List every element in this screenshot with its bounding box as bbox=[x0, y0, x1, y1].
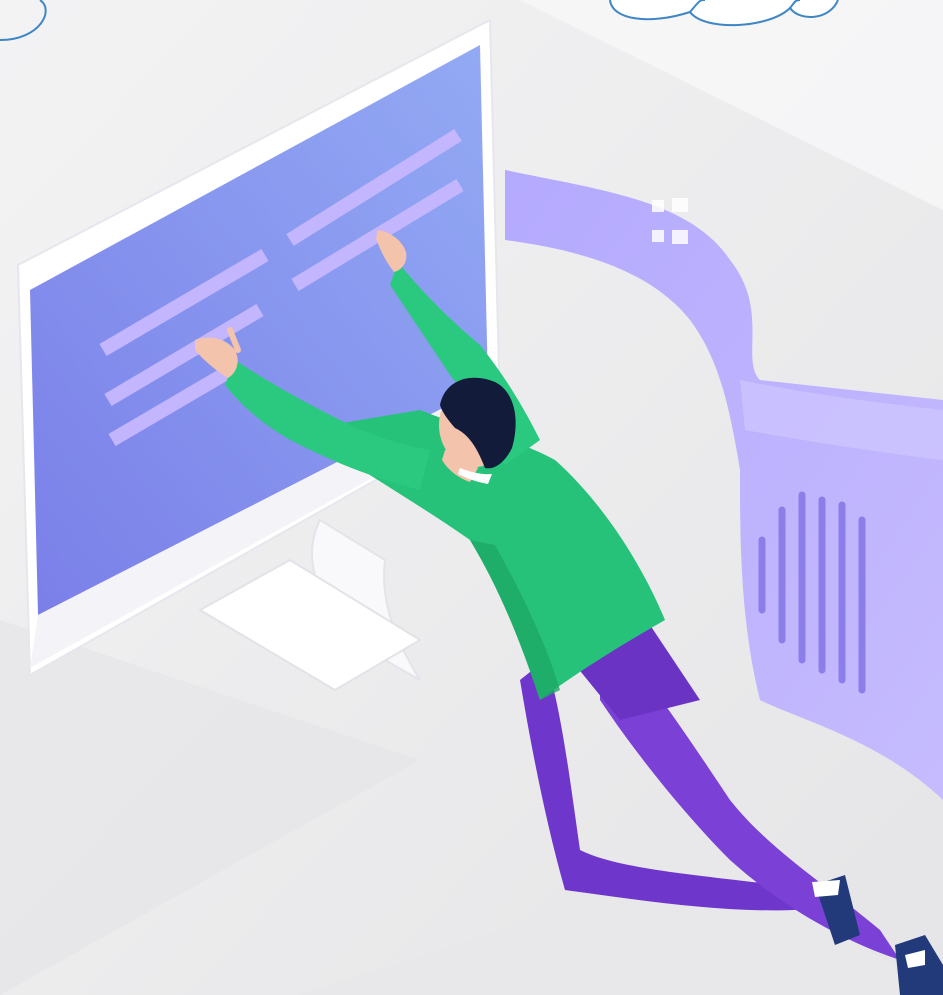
illustration-svg bbox=[0, 0, 943, 995]
illustration-scene bbox=[0, 0, 943, 995]
